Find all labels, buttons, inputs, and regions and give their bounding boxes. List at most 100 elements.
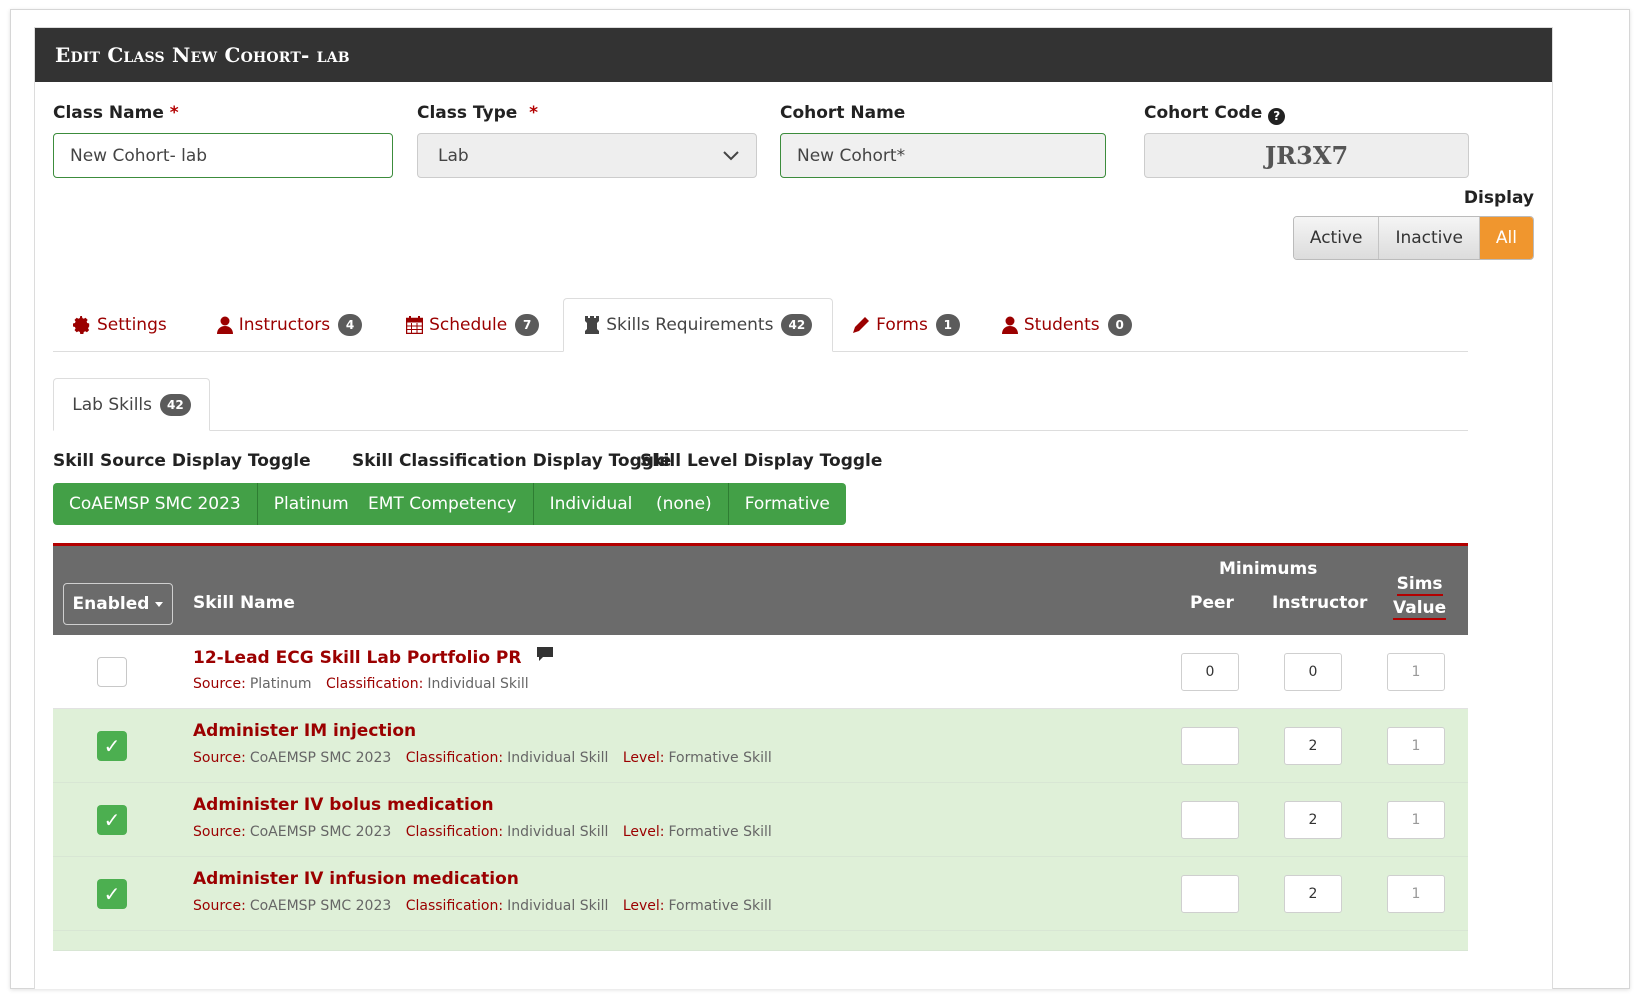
skill-name-link[interactable]: 12-Lead ECG Skill Lab Portfolio PR — [193, 647, 554, 668]
level-formative-button[interactable]: Formative — [728, 483, 846, 525]
edit-class-panel: Edit Class New Cohort- lab Class Name * … — [34, 27, 1553, 989]
cohort-name-input[interactable]: New Cohort* — [780, 133, 1106, 178]
peer-minimum-input[interactable] — [1181, 801, 1239, 839]
enabled-checkbox[interactable]: ✓ — [97, 879, 127, 909]
chevron-down-icon — [723, 150, 739, 160]
skill-name-link[interactable]: Administer IV infusion medication — [193, 869, 519, 889]
skill-meta: Source: CoAEMSP SMC 2023 Classification: I… — [193, 824, 772, 840]
skill-source-toggle: Skill Source Display Toggle CoAEMSP SMC … — [53, 451, 365, 525]
table-row-partial — [53, 931, 1468, 951]
tab-skills-requirements-label: Skills Requirements — [606, 315, 774, 335]
tab-instructors-label: Instructors — [238, 314, 331, 335]
display-active-button[interactable]: Active — [1293, 217, 1380, 259]
main-tabs: Settings Instructors 4 Schedule 7 Skills… — [53, 298, 1468, 352]
table-row: ✓ Administer IV infusion medication Sour… — [53, 857, 1468, 931]
skill-meta: Source: CoAEMSP SMC 2023 Classification: I… — [193, 898, 772, 914]
enabled-filter-label: Enabled — [72, 594, 150, 614]
skill-classification-toggle: Skill Classification Display Toggle EMT … — [352, 451, 671, 525]
panel-title: Edit Class New Cohort- lab — [35, 28, 1552, 82]
enabled-checkbox[interactable]: ✓ — [97, 731, 127, 761]
calendar-icon — [406, 315, 424, 334]
minimums-header: Minimums — [1219, 559, 1318, 579]
tab-instructors[interactable]: Instructors 4 — [187, 298, 382, 351]
gear-icon — [73, 315, 90, 334]
tab-skills-requirements[interactable]: Skills Requirements 42 — [563, 298, 834, 352]
display-button-group: Active Inactive All — [1292, 216, 1534, 260]
sims-value-input[interactable]: 1 — [1387, 801, 1445, 839]
enabled-checkbox[interactable] — [97, 657, 127, 687]
user-icon — [1001, 316, 1018, 334]
class-type-label: Class Type * — [417, 103, 539, 123]
source-platinum-button[interactable]: Platinum — [257, 483, 365, 525]
tab-lab-skills[interactable]: Lab Skills 42 — [53, 378, 210, 431]
tab-schedule-label: Schedule — [429, 314, 508, 335]
instructor-minimum-input[interactable]: 2 — [1284, 727, 1342, 765]
lab-skills-count-badge: 42 — [160, 393, 191, 416]
table-row: ✓ Administer IM injection Source: CoAEMSP… — [53, 709, 1468, 783]
classification-emt-button[interactable]: EMT Competency — [352, 483, 534, 525]
question-circle-icon[interactable]: ? — [1268, 107, 1286, 125]
enabled-checkbox[interactable]: ✓ — [97, 805, 127, 835]
skill-level-toggle-label: Skill Level Display Toggle — [640, 451, 883, 471]
cohort-code-value: JR3X7 — [1144, 133, 1469, 178]
display-all-button[interactable]: All — [1479, 217, 1533, 259]
tab-forms[interactable]: Forms 1 — [833, 298, 980, 351]
forms-count-badge: 1 — [935, 313, 960, 336]
tab-students-label: Students — [1023, 314, 1100, 335]
cohort-code-label: Cohort Code? — [1144, 101, 1469, 125]
skill-meta: Source: CoAEMSP SMC 2023 Classification: I… — [193, 750, 772, 766]
enabled-filter-button[interactable]: Enabled — [63, 583, 173, 625]
instructor-minimum-input[interactable]: 2 — [1284, 801, 1342, 839]
class-name-input[interactable]: New Cohort- lab — [53, 133, 393, 178]
display-inactive-button[interactable]: Inactive — [1379, 217, 1480, 259]
class-name-label: Class Name * — [53, 103, 179, 123]
skill-name-header: Skill Name — [193, 593, 295, 613]
table-row: 12-Lead ECG Skill Lab Portfolio PR Sourc… — [53, 635, 1468, 709]
classification-individual-button[interactable]: Individual — [533, 483, 649, 525]
pencil-icon — [853, 317, 870, 333]
skill-classification-toggle-label: Skill Classification Display Toggle — [352, 451, 672, 471]
caret-down-icon — [155, 601, 164, 607]
sub-tabs: Lab Skills 42 — [53, 378, 1468, 431]
skill-name-link[interactable]: Administer IM injection — [193, 721, 416, 741]
class-type-value: Lab — [438, 145, 469, 166]
class-type-select[interactable]: Lab — [417, 133, 757, 178]
instructor-header: Instructor — [1272, 593, 1368, 613]
peer-minimum-input[interactable]: 0 — [1181, 653, 1239, 691]
class-name-field: Class Name * New Cohort- lab — [53, 101, 393, 178]
skill-level-toggle: Skill Level Display Toggle (none) Format… — [640, 451, 882, 525]
sims-value-input[interactable]: 1 — [1387, 727, 1445, 765]
peer-minimum-input[interactable] — [1181, 875, 1239, 913]
schedule-count-badge: 7 — [515, 313, 540, 336]
cohort-name-field: Cohort Name New Cohort* — [780, 101, 1106, 178]
check-icon: ✓ — [103, 882, 121, 906]
skills-table: Enabled Skill Name Minimums Peer Instruc… — [53, 543, 1468, 951]
tab-students[interactable]: Students 0 — [980, 298, 1152, 351]
skill-source-toggle-label: Skill Source Display Toggle — [53, 451, 311, 471]
students-count-badge: 0 — [1107, 313, 1132, 336]
table-row: ✓ Administer IV bolus medication Source:… — [53, 783, 1468, 857]
skill-meta: Source: Platinum Classification: Individua… — [193, 676, 529, 692]
check-icon: ✓ — [103, 734, 121, 758]
tab-lab-skills-label: Lab Skills — [72, 394, 153, 415]
peer-minimum-input[interactable] — [1181, 727, 1239, 765]
display-filter: Display Active Inactive All — [1292, 188, 1534, 260]
table-header: Enabled Skill Name Minimums Peer Instruc… — [53, 543, 1468, 635]
tab-settings-label: Settings — [97, 314, 167, 335]
instructor-minimum-input[interactable]: 0 — [1284, 653, 1342, 691]
sims-value-input[interactable]: 1 — [1387, 653, 1445, 691]
check-icon: ✓ — [103, 808, 121, 832]
comment-icon[interactable] — [537, 647, 554, 662]
cohort-name-label: Cohort Name — [780, 103, 906, 123]
sims-value-input[interactable]: 1 — [1387, 875, 1445, 913]
chess-rook-icon — [585, 316, 600, 334]
instructor-minimum-input[interactable]: 2 — [1284, 875, 1342, 913]
display-label: Display — [1463, 188, 1534, 208]
sims-value-header: Sims Value — [1393, 574, 1447, 620]
source-coaemsp-button[interactable]: CoAEMSP SMC 2023 — [53, 483, 258, 525]
level-none-button[interactable]: (none) — [640, 483, 729, 525]
cohort-code-field: Cohort Code? JR3X7 — [1144, 101, 1469, 178]
skill-name-link[interactable]: Administer IV bolus medication — [193, 795, 494, 815]
tab-schedule[interactable]: Schedule 7 — [382, 298, 559, 351]
tab-settings[interactable]: Settings — [53, 298, 187, 351]
